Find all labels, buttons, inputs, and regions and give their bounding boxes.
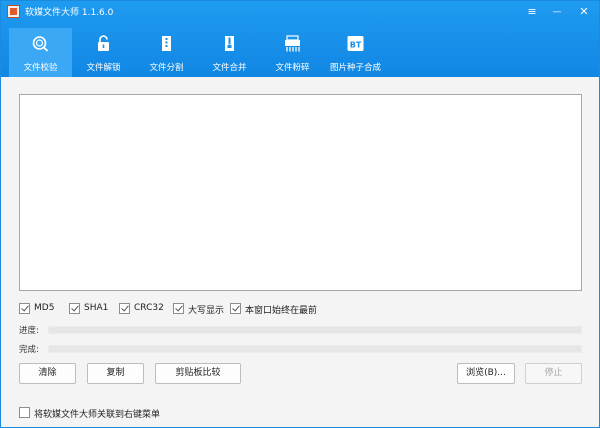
app-window: 软媒文件大师 1.1.6.0 ≡ — ✕ 文件校验 文件解锁 文件分割 文件合并… (0, 0, 600, 428)
option-label: 将软媒文件大师关联到右键菜单 (34, 410, 161, 420)
checkmark-icon (21, 303, 29, 312)
tab-image-seed-merge[interactable]: BT 图片种子合成 (324, 28, 387, 77)
header: 软媒文件大师 1.1.6.0 ≡ — ✕ 文件校验 文件解锁 文件分割 文件合并… (1, 1, 599, 77)
menu-button[interactable]: ≡ (521, 3, 543, 21)
shredder-icon (285, 35, 300, 52)
tab-label: 文件合并 (212, 63, 247, 73)
app-logo-icon (7, 5, 20, 18)
option-label: 本窗口始终在最前 (245, 306, 318, 316)
option-label: 大写显示 (188, 306, 225, 316)
hash-output-area[interactable] (19, 94, 582, 291)
option-label: MD5 (34, 303, 55, 313)
svg-text:BT: BT (350, 40, 362, 49)
checkmark-icon (175, 303, 183, 312)
tab-label: 文件粉碎 (275, 63, 310, 73)
checkbox[interactable] (230, 303, 241, 314)
unlock-icon (98, 35, 109, 51)
clear-button[interactable]: 清除 (19, 363, 76, 384)
search-document-icon (32, 36, 49, 52)
stop-button[interactable]: 停止 (525, 363, 582, 384)
copy-button[interactable]: 复制 (87, 363, 144, 384)
tab-file-shred[interactable]: 文件粉碎 (261, 28, 324, 77)
tab-label: 图片种子合成 (329, 63, 381, 73)
tab-bar: 文件校验 文件解锁 文件分割 文件合并 文件粉碎 BT 图片种子合成 (9, 28, 387, 77)
window-title: 软媒文件大师 1.1.6.0 (25, 8, 114, 18)
browse-button[interactable]: 浏览(B)... (457, 363, 515, 384)
clipboard-compare-button[interactable]: 剪贴板比较 (155, 363, 241, 384)
option-label: SHA1 (84, 303, 109, 313)
tab-label: 文件分割 (149, 63, 184, 73)
checkmark-icon (121, 303, 129, 312)
checkmark-icon (232, 303, 240, 312)
progress-label: 进度: (19, 326, 39, 336)
tab-label: 文件校验 (23, 63, 58, 73)
tab-file-merge[interactable]: 文件合并 (198, 28, 261, 77)
checkbox[interactable] (19, 303, 30, 314)
checkbox[interactable] (119, 303, 130, 314)
close-button[interactable]: ✕ (573, 3, 595, 21)
tab-label: 文件解锁 (86, 63, 121, 73)
option-label: CRC32 (134, 303, 164, 313)
tab-file-verify[interactable]: 文件校验 (9, 28, 72, 77)
complete-label: 完成: (19, 345, 39, 355)
checkbox[interactable] (19, 407, 30, 418)
checkmark-icon (71, 303, 79, 312)
tab-file-split[interactable]: 文件分割 (135, 28, 198, 77)
checkbox[interactable] (173, 303, 184, 314)
complete-bar (48, 345, 582, 353)
progress-bar (48, 326, 582, 334)
minimize-button[interactable]: — (546, 3, 568, 21)
file-split-icon (162, 36, 171, 51)
tab-file-unlock[interactable]: 文件解锁 (72, 28, 135, 77)
bt-icon: BT (347, 36, 364, 51)
checkbox[interactable] (69, 303, 80, 314)
file-merge-icon (225, 36, 234, 51)
title-bar: 软媒文件大师 1.1.6.0 ≡ — ✕ (1, 1, 599, 23)
